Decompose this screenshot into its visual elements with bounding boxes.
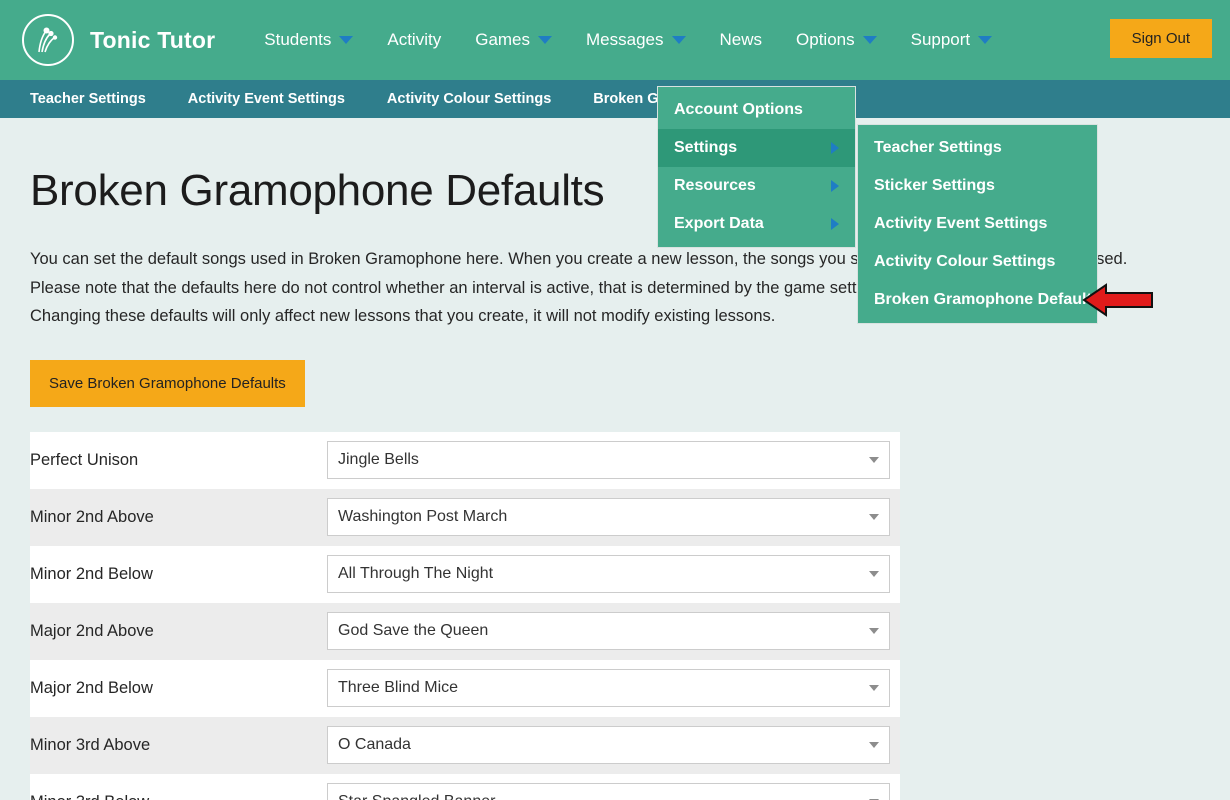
menu-item-export-data[interactable]: Export Data <box>658 205 855 243</box>
sign-out-button[interactable]: Sign Out <box>1110 19 1212 58</box>
table-row: Minor 3rd Below Star Spangled Banner <box>30 774 900 800</box>
chevron-down-icon <box>869 457 879 463</box>
song-select-minor-2nd-above[interactable]: Washington Post March <box>327 498 890 536</box>
subnav-item-teacher-settings[interactable]: Teacher Settings <box>30 91 146 107</box>
nav-item-news[interactable]: News <box>703 0 780 80</box>
main-navigation: Students Activity Games Messages News Op… <box>247 0 1009 80</box>
nav-label: Activity <box>387 30 441 50</box>
submenu-item-sticker-settings[interactable]: Sticker Settings <box>858 167 1097 205</box>
chevron-down-icon <box>869 685 879 691</box>
nav-item-students[interactable]: Students <box>247 0 370 80</box>
nav-item-support[interactable]: Support <box>894 0 1010 80</box>
song-select-minor-3rd-above[interactable]: O Canada <box>327 726 890 764</box>
subnav-item-activity-colour-settings[interactable]: Activity Colour Settings <box>387 91 551 107</box>
nav-label: Options <box>796 30 855 50</box>
main-header: Tonic Tutor Students Activity Games Mess… <box>0 0 1230 80</box>
interval-defaults-table: Perfect Unison Jingle Bells Minor 2nd Ab… <box>30 432 900 800</box>
interval-label: Minor 2nd Above <box>30 489 327 546</box>
interval-label: Minor 3rd Above <box>30 717 327 774</box>
table-row: Minor 3rd Above O Canada <box>30 717 900 774</box>
table-row: Major 2nd Above God Save the Queen <box>30 603 900 660</box>
chevron-right-icon <box>831 218 839 230</box>
nav-label: Messages <box>586 30 663 50</box>
interval-label: Major 2nd Above <box>30 603 327 660</box>
subnav-item-activity-event-settings[interactable]: Activity Event Settings <box>188 91 345 107</box>
song-select-perfect-unison[interactable]: Jingle Bells <box>327 441 890 479</box>
nav-item-activity[interactable]: Activity <box>370 0 458 80</box>
interval-label: Minor 2nd Below <box>30 546 327 603</box>
menu-item-account-options[interactable]: Account Options <box>658 91 855 129</box>
song-select-minor-2nd-below[interactable]: All Through The Night <box>327 555 890 593</box>
menu-item-settings[interactable]: Settings <box>658 129 855 167</box>
interval-label: Major 2nd Below <box>30 660 327 717</box>
chevron-down-icon <box>863 36 877 44</box>
settings-submenu: Teacher Settings Sticker Settings Activi… <box>857 124 1098 324</box>
interval-label: Minor 3rd Below <box>30 774 327 800</box>
chevron-down-icon <box>538 36 552 44</box>
brand-title[interactable]: Tonic Tutor <box>90 27 215 54</box>
song-select-major-2nd-above[interactable]: God Save the Queen <box>327 612 890 650</box>
nav-item-games[interactable]: Games <box>458 0 569 80</box>
chevron-down-icon <box>869 742 879 748</box>
nav-label: Students <box>264 30 331 50</box>
chevron-right-icon <box>831 142 839 154</box>
menu-item-label: Settings <box>674 139 737 157</box>
table-row: Minor 2nd Below All Through The Night <box>30 546 900 603</box>
song-select-value: Three Blind Mice <box>338 679 458 697</box>
nav-item-messages[interactable]: Messages <box>569 0 702 80</box>
song-select-value: All Through The Night <box>338 565 493 583</box>
nav-label: News <box>720 30 763 50</box>
menu-item-label: Export Data <box>674 215 764 233</box>
chevron-down-icon <box>869 571 879 577</box>
table-row: Minor 2nd Above Washington Post March <box>30 489 900 546</box>
song-select-major-2nd-below[interactable]: Three Blind Mice <box>327 669 890 707</box>
song-select-value: Jingle Bells <box>338 451 419 469</box>
nav-item-options[interactable]: Options <box>779 0 894 80</box>
song-select-value: O Canada <box>338 736 411 754</box>
menu-item-label: Account Options <box>674 101 803 119</box>
tonic-tutor-logo-icon[interactable] <box>22 14 74 66</box>
chevron-down-icon <box>869 514 879 520</box>
menu-item-resources[interactable]: Resources <box>658 167 855 205</box>
menu-item-label: Resources <box>674 177 756 195</box>
save-broken-gramophone-defaults-button[interactable]: Save Broken Gramophone Defaults <box>30 360 305 407</box>
table-row: Perfect Unison Jingle Bells <box>30 432 900 489</box>
chevron-down-icon <box>978 36 992 44</box>
nav-label: Games <box>475 30 530 50</box>
submenu-item-teacher-settings[interactable]: Teacher Settings <box>858 129 1097 167</box>
interval-label: Perfect Unison <box>30 432 327 489</box>
song-select-value: God Save the Queen <box>338 622 488 640</box>
song-select-value: Washington Post March <box>338 508 507 526</box>
chevron-down-icon <box>869 628 879 634</box>
chevron-down-icon <box>672 36 686 44</box>
nav-label: Support <box>911 30 971 50</box>
song-select-value: Star Spangled Banner <box>338 793 495 800</box>
song-select-minor-3rd-below[interactable]: Star Spangled Banner <box>327 783 890 800</box>
options-dropdown-menu: Account Options Settings Resources Expor… <box>657 86 856 248</box>
submenu-item-broken-gramophone-defaults[interactable]: Broken Gramophone Defaults <box>858 281 1097 319</box>
table-row: Major 2nd Below Three Blind Mice <box>30 660 900 717</box>
chevron-down-icon <box>339 36 353 44</box>
chevron-right-icon <box>831 180 839 192</box>
sub-navigation: Teacher Settings Activity Event Settings… <box>0 80 1230 118</box>
submenu-item-activity-event-settings[interactable]: Activity Event Settings <box>858 205 1097 243</box>
submenu-item-activity-colour-settings[interactable]: Activity Colour Settings <box>858 243 1097 281</box>
